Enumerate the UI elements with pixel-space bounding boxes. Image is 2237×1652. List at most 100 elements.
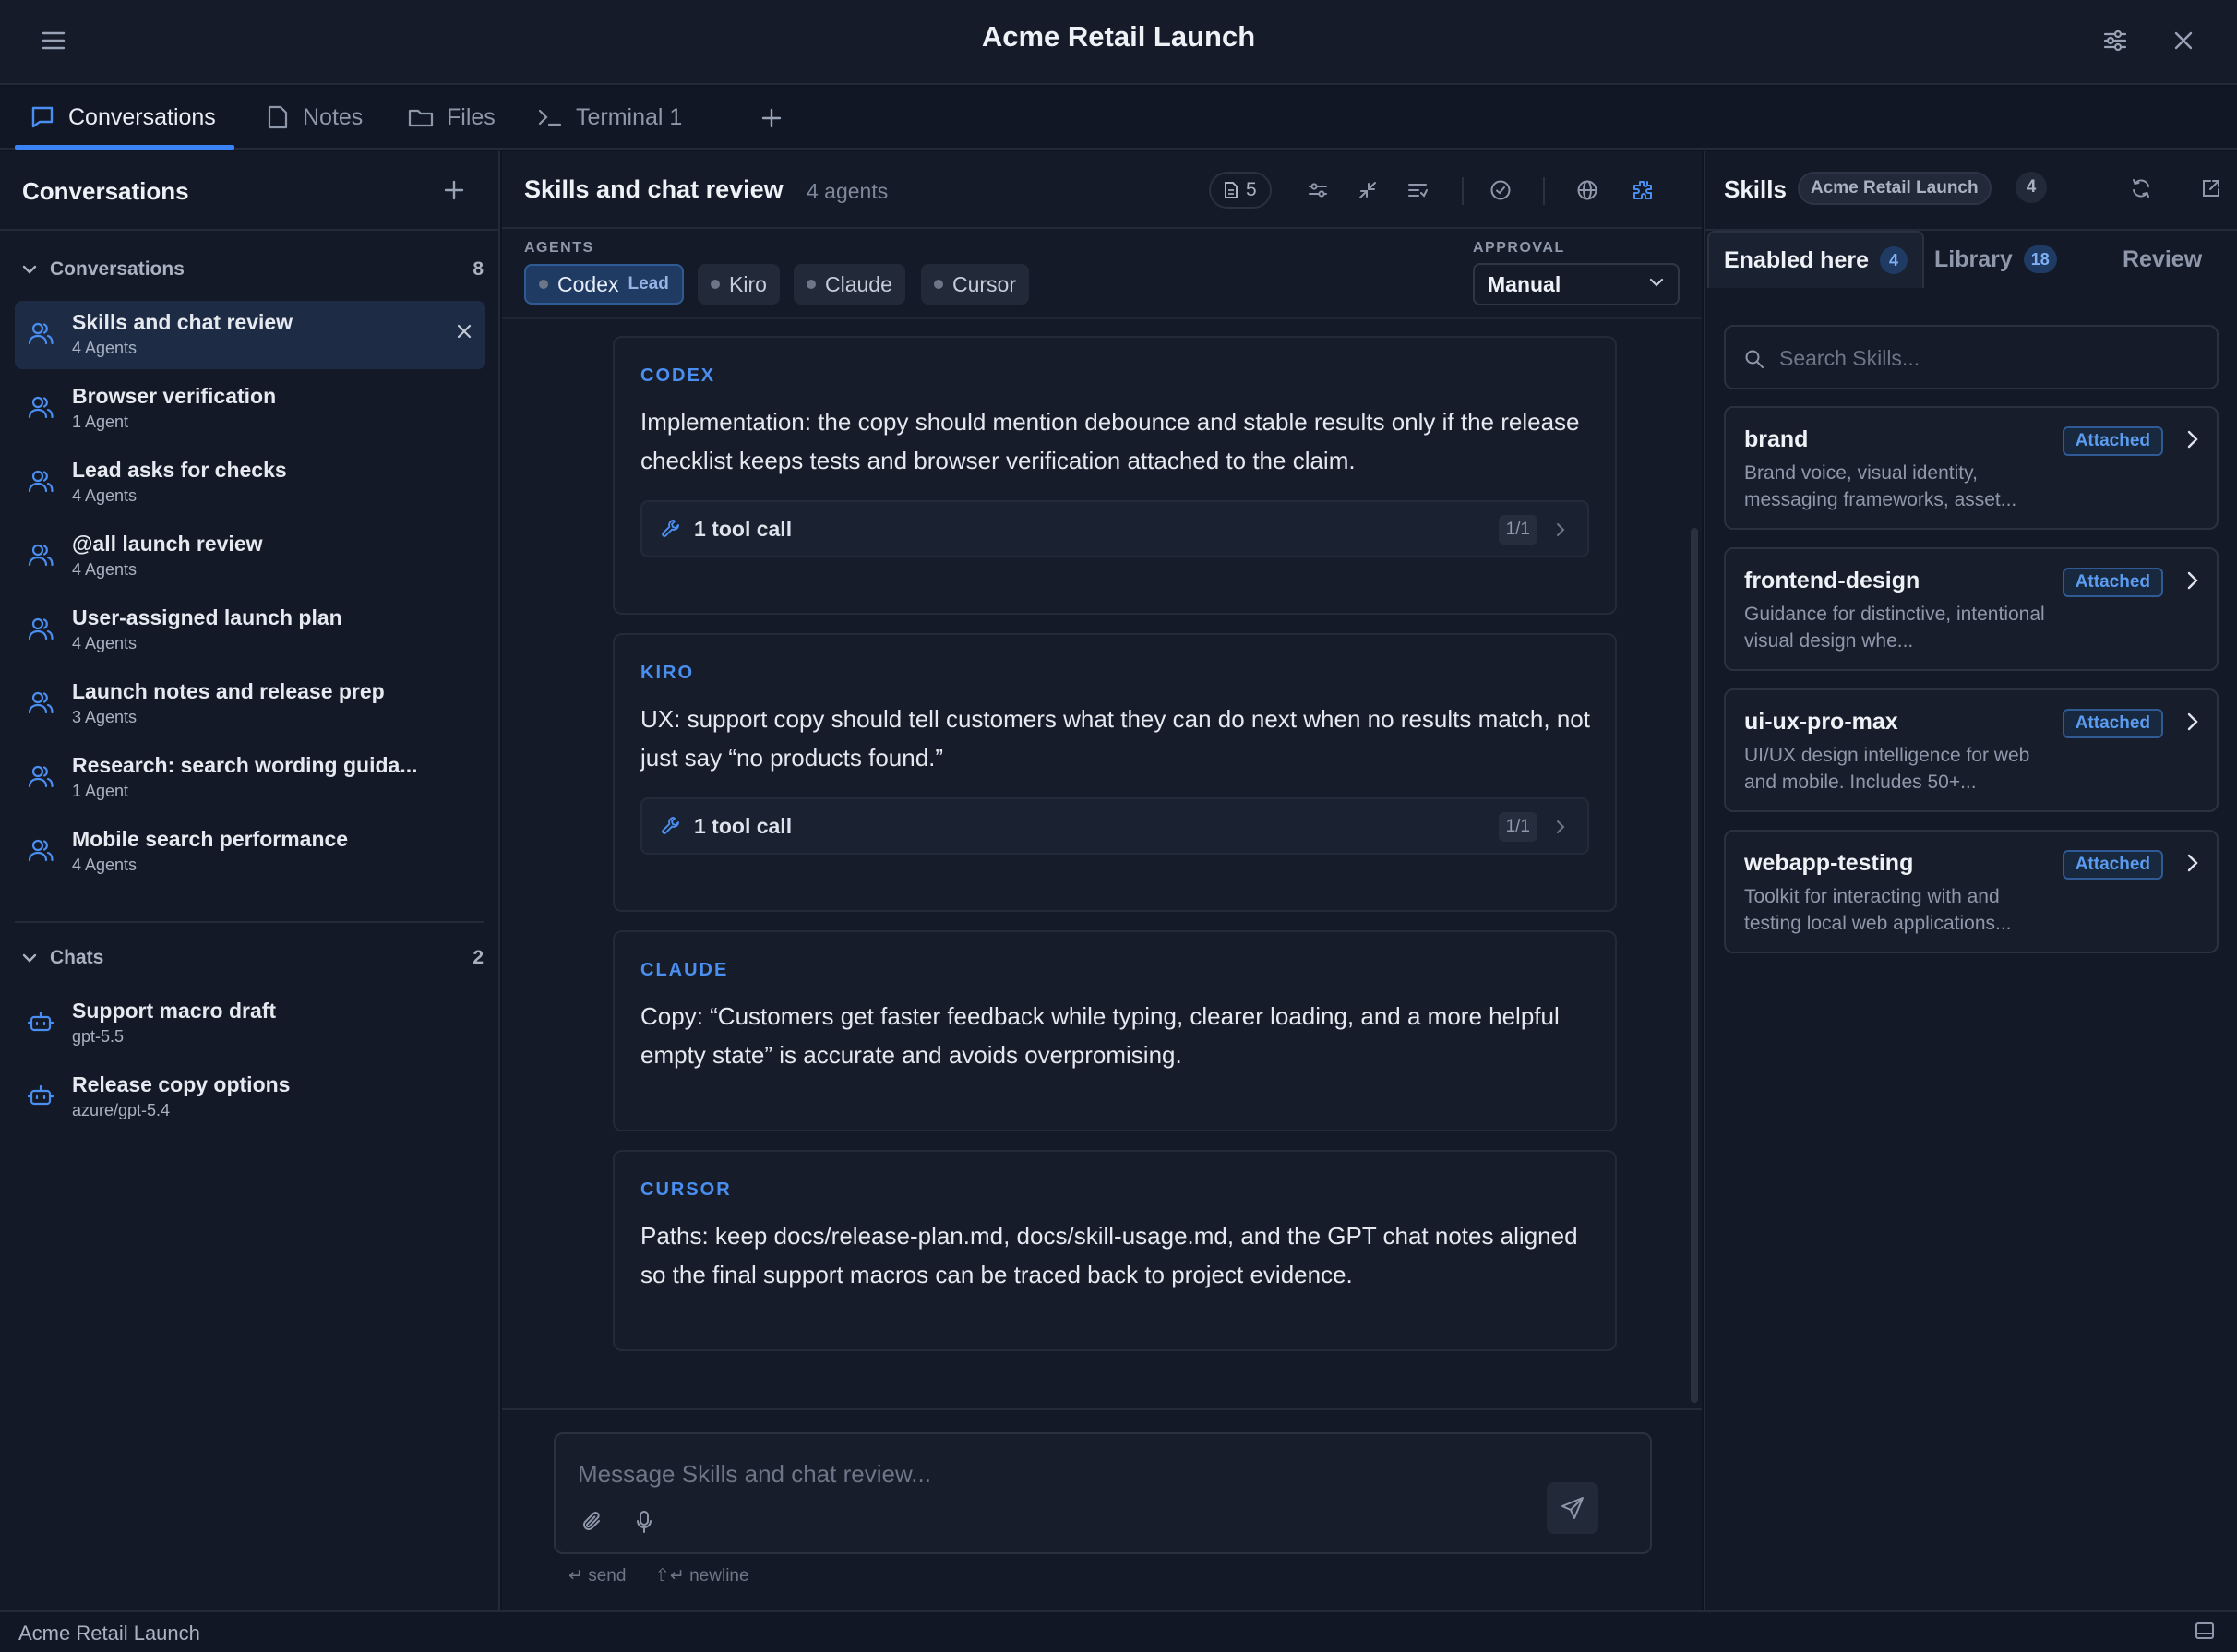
- approval-label: APPROVAL: [1473, 240, 1565, 256]
- messages-scrollbar[interactable]: [1691, 528, 1698, 1403]
- chats-count: 2: [473, 947, 484, 968]
- agent-chip-cursor[interactable]: Cursor: [921, 264, 1030, 305]
- open-external-icon[interactable]: [2191, 168, 2231, 209]
- skills-search-field[interactable]: Search Skills...: [1724, 325, 2219, 389]
- newline-hint: ⇧↵ newline: [655, 1566, 749, 1586]
- tab-terminal-1[interactable]: Terminal 1: [537, 87, 682, 148]
- tab-label: Enabled here: [1724, 246, 1869, 273]
- tab-review[interactable]: Review: [2108, 231, 2217, 288]
- conversation-item[interactable]: @all launch review 4 Agents: [15, 522, 485, 591]
- chat-item[interactable]: Release copy options azure/gpt-5.4: [15, 1063, 485, 1131]
- tab-files[interactable]: Files: [408, 87, 496, 148]
- chevron-right-icon[interactable]: [2187, 430, 2198, 449]
- conversation-item[interactable]: Mobile search performance 4 Agents: [15, 818, 485, 886]
- new-tab-plus-icon[interactable]: [751, 98, 792, 138]
- skill-card[interactable]: webapp-testing Toolkit for interacting wi…: [1724, 830, 2219, 953]
- agents-bar: AGENTS Codex Lead Kiro Claude Cursor APP…: [502, 231, 1702, 319]
- send-button[interactable]: [1547, 1482, 1598, 1534]
- tab-label: Library: [1934, 245, 2013, 272]
- status-dot: [539, 280, 548, 289]
- skill-name: ui-ux-pro-max: [1744, 709, 1898, 735]
- skill-description: Guidance for distinctive, intentional vi…: [1744, 604, 2045, 652]
- tab-notes[interactable]: Notes: [266, 87, 363, 148]
- tool-call-row[interactable]: 1 tool call 1/1: [640, 797, 1589, 855]
- enabled-count-badge: 4: [1880, 246, 1908, 274]
- message-composer[interactable]: Message Skills and chat review...: [554, 1432, 1652, 1554]
- agents-label: AGENTS: [524, 240, 594, 256]
- attached-badge: Attached: [2062, 850, 2163, 880]
- check-circle-icon[interactable]: [1480, 170, 1521, 210]
- list-filter-icon[interactable]: [1397, 170, 1438, 210]
- conversation-item[interactable]: Skills and chat review 4 Agents: [15, 301, 485, 369]
- microphone-icon[interactable]: [635, 1510, 653, 1534]
- conversation-item[interactable]: Research: search wording guida... 1 Agent: [15, 744, 485, 812]
- chevron-right-icon: [1556, 522, 1565, 537]
- conversation-agents: 4 Agents: [72, 339, 138, 357]
- chats-group-header[interactable]: Chats: [22, 947, 103, 969]
- title-bar: Acme Retail Launch: [0, 0, 2237, 85]
- puzzle-skills-icon[interactable]: [1622, 170, 1663, 210]
- message-card-codex: CODEX Implementation: the copy should me…: [613, 336, 1617, 615]
- conversation-title: Browser verification: [72, 384, 277, 408]
- tool-call-row[interactable]: 1 tool call 1/1: [640, 500, 1589, 557]
- settings-sliders-icon[interactable]: [1298, 170, 1338, 210]
- message-card-cursor: CURSOR Paths: keep docs/release-plan.md,…: [613, 1150, 1617, 1351]
- approval-value: Manual: [1488, 271, 1561, 296]
- conversations-group-header[interactable]: Conversations: [22, 258, 185, 281]
- message-author: CODEX: [640, 365, 716, 386]
- skill-card[interactable]: ui-ux-pro-max UI/UX design intelligence f…: [1724, 688, 2219, 812]
- skill-description: Toolkit for interacting with and testing…: [1744, 886, 2012, 934]
- attached-badge: Attached: [2062, 426, 2163, 456]
- skill-card[interactable]: frontend-design Guidance for distinctive,…: [1724, 547, 2219, 671]
- approval-select[interactable]: Manual: [1473, 263, 1680, 305]
- agent-name: Cursor: [952, 271, 1017, 296]
- group-label: Chats: [50, 947, 104, 968]
- conversation-item[interactable]: User-assigned launch plan 4 Agents: [15, 596, 485, 664]
- users-icon: [28, 838, 54, 862]
- message-author: KIRO: [640, 663, 694, 683]
- close-icon[interactable]: [2163, 20, 2204, 61]
- message-card-claude: CLAUDE Copy: “Customers get faster feedb…: [613, 930, 1617, 1131]
- conversation-item[interactable]: Lead asks for checks 4 Agents: [15, 449, 485, 517]
- conversation-item[interactable]: Launch notes and release prep 3 Agents: [15, 670, 485, 738]
- agent-chip-kiro[interactable]: Kiro: [698, 264, 780, 305]
- search-icon: [1744, 349, 1764, 369]
- tab-library[interactable]: Library 18: [1920, 231, 2072, 288]
- tab-conversations[interactable]: Conversations: [15, 87, 234, 150]
- conversation-agents: 4 Agents: [72, 856, 138, 874]
- paperclip-icon[interactable]: [581, 1510, 604, 1534]
- documents-count-button[interactable]: 5: [1209, 172, 1272, 209]
- panel-toggle-icon[interactable]: [2195, 1622, 2215, 1640]
- skills-count: 4: [2016, 172, 2047, 203]
- conversation-title: Skills and chat review: [524, 175, 784, 203]
- conversations-count: 8: [473, 258, 484, 280]
- chevron-right-icon[interactable]: [2187, 854, 2198, 872]
- agent-chip-claude[interactable]: Claude: [794, 264, 905, 305]
- new-conversation-plus-icon[interactable]: [434, 170, 474, 210]
- conversation-item[interactable]: Browser verification 1 Agent: [15, 375, 485, 443]
- chevron-right-icon[interactable]: [2187, 571, 2198, 590]
- agent-chip-codex[interactable]: Codex Lead: [524, 264, 684, 305]
- status-dot: [934, 280, 943, 289]
- message-author: CLAUDE: [640, 960, 729, 980]
- status-bar: Acme Retail Launch: [0, 1610, 2237, 1652]
- chevron-right-icon[interactable]: [2187, 712, 2198, 731]
- skill-name: brand: [1744, 426, 1809, 452]
- close-conversation-icon[interactable]: [456, 323, 473, 340]
- search-input[interactable]: Search Skills...: [1779, 346, 1920, 371]
- refresh-icon[interactable]: [2121, 168, 2161, 209]
- chat-item[interactable]: Support macro draft gpt-5.5: [15, 989, 485, 1058]
- tab-label: Conversations: [68, 103, 216, 130]
- status-dot: [711, 280, 720, 289]
- tool-call-count: 1/1: [1498, 812, 1537, 842]
- users-icon: [28, 321, 54, 345]
- collapse-icon[interactable]: [1347, 170, 1388, 210]
- tab-enabled-here[interactable]: Enabled here 4: [1707, 231, 1924, 288]
- skill-card[interactable]: brand Brand voice, visual identity, messa…: [1724, 406, 2219, 530]
- globe-icon[interactable]: [1567, 170, 1608, 210]
- message-input[interactable]: Message Skills and chat review...: [578, 1460, 931, 1489]
- sliders-icon[interactable]: [2095, 20, 2135, 61]
- status-dot: [807, 280, 816, 289]
- bot-icon: [28, 1083, 54, 1107]
- send-hint: ↵ send: [568, 1566, 627, 1586]
